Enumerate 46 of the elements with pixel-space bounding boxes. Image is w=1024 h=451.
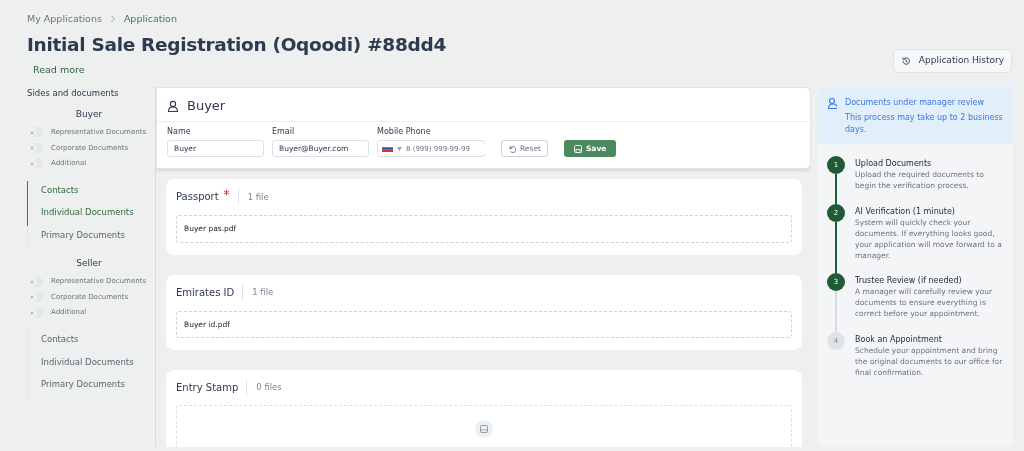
sidebar-item[interactable]: Individual Documents	[27, 203, 151, 227]
chevron-icon	[109, 15, 116, 24]
sidebar-item[interactable]: Contacts	[27, 329, 151, 353]
caret-icon	[397, 146, 402, 151]
toggle-switch[interactable]	[27, 307, 43, 318]
toggle-switch[interactable]	[27, 276, 43, 287]
toggle-switch[interactable]	[27, 127, 43, 138]
toggle-switch[interactable]	[27, 158, 43, 169]
card-title: Buyer	[187, 96, 226, 115]
document-title: Emirates ID	[176, 284, 244, 300]
undo-icon	[508, 144, 516, 153]
user-icon	[167, 99, 179, 112]
sidebar-item[interactable]: Individual Documents	[27, 352, 151, 376]
document-title: Passport	[176, 189, 239, 205]
page-title: Initial Sale Registration (Oqoodi) #88dd4	[27, 34, 446, 57]
sidebar-item[interactable]: Contacts	[27, 180, 151, 204]
side-title: Seller	[75, 256, 103, 270]
breadcrumb-link[interactable]: Application	[123, 12, 177, 27]
step-title: Book an Appointment	[855, 334, 943, 346]
file-count: 1 file	[247, 190, 269, 204]
image-icon	[475, 419, 493, 438]
history-button[interactable]: Application History	[892, 49, 1012, 73]
read-more-link[interactable]: Read more	[33, 64, 85, 76]
field-label: Mobile Phone	[377, 126, 432, 139]
field-label: Email	[272, 126, 296, 139]
history-icon	[900, 55, 911, 66]
file-count: 1 file	[252, 285, 274, 299]
side-title: Buyer	[74, 107, 104, 121]
flag-icon	[382, 145, 393, 153]
save-icon	[573, 144, 582, 153]
sidebar-heading: Sides and documents	[27, 86, 120, 100]
user-icon	[827, 96, 837, 109]
step-title: Trustee Review (if needed)	[855, 275, 963, 288]
sidebar-item[interactable]: Primary Documents	[27, 375, 151, 399]
banner-text: This process may take up to 2 business days.	[845, 111, 1003, 136]
breadcrumb-link[interactable]: My Applications	[27, 12, 102, 27]
toggle-switch[interactable]	[27, 292, 43, 303]
field-label: Name	[167, 126, 192, 139]
document-title: Entry Stamp	[176, 379, 248, 395]
step-title: AI Verification (1 minute)	[855, 205, 956, 218]
step-title: Upload Documents	[855, 158, 933, 171]
sidebar-item[interactable]: Primary Documents	[27, 226, 151, 249]
upload-area[interactable]	[176, 404, 792, 447]
banner-title: Documents under manager review	[845, 96, 986, 109]
file-count: 0 files	[256, 381, 282, 394]
toggle-switch[interactable]	[27, 142, 43, 153]
